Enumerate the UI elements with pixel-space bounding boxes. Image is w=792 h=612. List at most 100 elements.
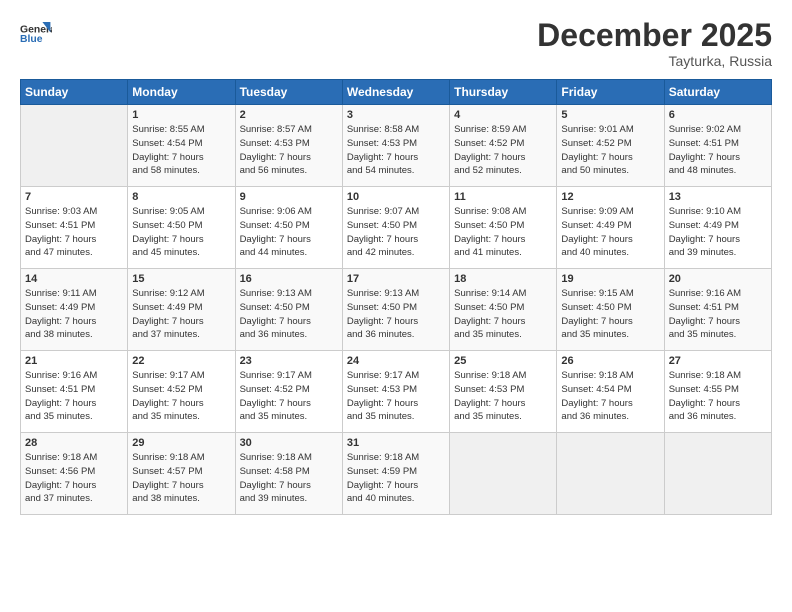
- page: General Blue December 2025 Tayturka, Rus…: [0, 0, 792, 612]
- calendar-cell: [21, 105, 128, 187]
- day-header-monday: Monday: [128, 80, 235, 105]
- cell-line: Sunset: 4:54 PM: [561, 384, 631, 395]
- week-row-0: 1Sunrise: 8:55 AMSunset: 4:54 PMDaylight…: [21, 105, 772, 187]
- cell-line: Daylight: 7 hours: [240, 234, 311, 245]
- cell-line: Sunrise: 8:58 AM: [347, 124, 419, 135]
- calendar-cell: 4Sunrise: 8:59 AMSunset: 4:52 PMDaylight…: [450, 105, 557, 187]
- cell-line: Sunset: 4:58 PM: [240, 466, 310, 477]
- cell-line: Sunrise: 9:10 AM: [669, 206, 741, 217]
- day-number: 1: [132, 109, 230, 121]
- calendar-cell: 16 Sunrise: 9:13 AMSunset: 4:50 PMDayligh…: [235, 269, 342, 351]
- cell-line: Sunset: 4:52 PM: [561, 138, 631, 149]
- calendar-cell: 18Sunrise: 9:14 AMSunset: 4:50 PMDayligh…: [450, 269, 557, 351]
- calendar-cell: 2Sunrise: 8:57 AMSunset: 4:53 PMDaylight…: [235, 105, 342, 187]
- day-number: 3: [347, 109, 445, 121]
- day-number: 17: [347, 273, 445, 285]
- cell-line: and 36 minutes.: [561, 411, 629, 422]
- day-number: 28: [25, 437, 123, 449]
- day-number: 30: [240, 437, 338, 449]
- cell-content: Sunrise: 9:09 AM Sunset: 4:49 PM Daylight:…: [561, 205, 659, 260]
- month-title: December 2025: [537, 18, 772, 53]
- day-number: 7: [25, 191, 123, 203]
- calendar-cell: 26Sunrise: 9:18 AMSunset: 4:54 PMDayligh…: [557, 351, 664, 433]
- day-number: 26: [561, 355, 659, 367]
- cell-line: Sunrise: 9:18 AM: [669, 370, 741, 381]
- cell-line: Daylight: 7 hours: [25, 398, 96, 409]
- cell-line: Daylight: 7 hours: [240, 480, 311, 491]
- calendar-cell: 8Sunrise: 9:05 AMSunset: 4:50 PMDaylight…: [128, 187, 235, 269]
- calendar-cell: 20Sunrise: 9:16 AMSunset: 4:51 PMDayligh…: [664, 269, 771, 351]
- cell-line: Daylight: 7 hours: [25, 316, 96, 327]
- cell-line: Sunset: 4:50 PM: [240, 220, 310, 231]
- cell-content: Sunrise: 9:05 AMSunset: 4:50 PMDaylight:…: [132, 205, 230, 260]
- cell-line: Daylight: 7 hours: [669, 316, 740, 327]
- svg-text:Blue: Blue: [20, 34, 43, 45]
- cell-line: Daylight: 7 hours: [454, 234, 525, 245]
- cell-line: Sunrise: 9:18 AM: [347, 452, 419, 463]
- cell-line: Daylight: 7 hours: [347, 152, 418, 163]
- cell-line: and 35 minutes.: [25, 411, 93, 422]
- cell-line: Sunrise: 9:12 AM: [132, 288, 204, 299]
- location: Tayturka, Russia: [537, 53, 772, 69]
- day-header-wednesday: Wednesday: [342, 80, 449, 105]
- cell-content: Sunrise: 9:01 AMSunset: 4:52 PMDaylight:…: [561, 123, 659, 178]
- calendar-cell: 15Sunrise: 9:12 AMSunset: 4:49 PMDayligh…: [128, 269, 235, 351]
- cell-line: Sunrise: 9:17 AM: [240, 370, 312, 381]
- week-row-1: 7Sunrise: 9:03 AMSunset: 4:51 PMDaylight…: [21, 187, 772, 269]
- cell-line: Sunrise: 8:55 AM: [132, 124, 204, 135]
- cell-content: Sunrise: 9:08 AMSunset: 4:50 PMDaylight:…: [454, 205, 552, 260]
- cell-line: and 38 minutes.: [132, 493, 200, 504]
- day-number: 14: [25, 273, 123, 285]
- cell-content: Sunrise: 9:18 AMSunset: 4:58 PMDaylight:…: [240, 451, 338, 506]
- cell-line: Daylight: 7 hours: [25, 234, 96, 245]
- cell-line: Daylight: 7 hours: [132, 234, 203, 245]
- cell-line: Sunset: 4:52 PM: [132, 384, 202, 395]
- cell-line: Sunrise: 9:06 AM: [240, 206, 312, 217]
- cell-line: Sunset: 4:59 PM: [347, 466, 417, 477]
- week-row-3: 21Sunrise: 9:16 AMSunset: 4:51 PMDayligh…: [21, 351, 772, 433]
- cell-line: and 42 minutes.: [347, 247, 415, 258]
- day-number: 2: [240, 109, 338, 121]
- cell-line: Daylight: 7 hours: [669, 152, 740, 163]
- day-number: 12: [561, 191, 659, 203]
- cell-line: and 56 minutes.: [240, 165, 308, 176]
- calendar-cell: 30 Sunrise: 9:18 AMSunset: 4:58 PMDayligh…: [235, 433, 342, 515]
- cell-line: and 45 minutes.: [132, 247, 200, 258]
- cell-line: and 35 minutes.: [132, 411, 200, 422]
- calendar-cell: 21Sunrise: 9:16 AMSunset: 4:51 PMDayligh…: [21, 351, 128, 433]
- day-number: 11: [454, 191, 552, 203]
- cell-line: and 37 minutes.: [25, 493, 93, 504]
- day-header-tuesday: Tuesday: [235, 80, 342, 105]
- cell-line: Sunset: 4:51 PM: [669, 302, 739, 313]
- cell-line: Sunrise: 9:02 AM: [669, 124, 741, 135]
- cell-line: Sunrise: 8:59 AM: [454, 124, 526, 135]
- cell-line: Daylight: 7 hours: [561, 234, 632, 245]
- cell-line: Sunset: 4:51 PM: [669, 138, 739, 149]
- cell-line: Sunrise: 9:09 AM: [561, 206, 633, 217]
- cell-line: Sunrise: 9:13 AM: [347, 288, 419, 299]
- calendar-cell: 10Sunrise: 9:07 AMSunset: 4:50 PMDayligh…: [342, 187, 449, 269]
- cell-line: Sunset: 4:57 PM: [132, 466, 202, 477]
- cell-line: Sunrise: 9:14 AM: [454, 288, 526, 299]
- cell-content: Sunrise: 9:18 AMSunset: 4:57 PMDaylight:…: [132, 451, 230, 506]
- day-number: 13: [669, 191, 767, 203]
- day-header-saturday: Saturday: [664, 80, 771, 105]
- cell-line: Sunrise: 9:18 AM: [25, 452, 97, 463]
- cell-line: and 35 minutes.: [561, 329, 629, 340]
- cell-line: Sunset: 4:49 PM: [561, 220, 631, 231]
- calendar-cell: 25Sunrise: 9:18 AMSunset: 4:53 PMDayligh…: [450, 351, 557, 433]
- header-row: SundayMondayTuesdayWednesdayThursdayFrid…: [21, 80, 772, 105]
- cell-line: Daylight: 7 hours: [240, 152, 311, 163]
- cell-line: Daylight: 7 hours: [669, 398, 740, 409]
- day-number: 27: [669, 355, 767, 367]
- day-number: 16: [240, 273, 338, 285]
- cell-line: and 58 minutes.: [132, 165, 200, 176]
- cell-content: Sunrise: 9:13 AMSunset: 4:50 PMDaylight:…: [240, 287, 338, 342]
- cell-content: Sunrise: 9:11 AMSunset: 4:49 PMDaylight:…: [25, 287, 123, 342]
- cell-content: Sunrise: 9:02 AM Sunset: 4:51 PM Daylight:…: [669, 123, 767, 178]
- cell-line: Sunset: 4:53 PM: [347, 384, 417, 395]
- calendar-cell: 28Sunrise: 9:18 AMSunset: 4:56 PMDayligh…: [21, 433, 128, 515]
- cell-line: Sunrise: 9:17 AM: [347, 370, 419, 381]
- week-row-2: 14 Sunrise: 9:11 AMSunset: 4:49 PMDayligh…: [21, 269, 772, 351]
- week-row-4: 28Sunrise: 9:18 AMSunset: 4:56 PMDayligh…: [21, 433, 772, 515]
